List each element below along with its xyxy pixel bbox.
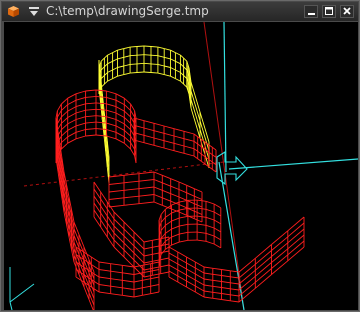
wireframe-scene[interactable]: [4, 22, 358, 310]
yellow-wireframe-loop: [98, 45, 210, 184]
title-bar[interactable]: C:\temp\drawingSerge.tmp: [2, 2, 358, 21]
system-menu-icon[interactable]: [28, 5, 40, 18]
minimize-button[interactable]: [304, 5, 318, 18]
close-icon: [343, 7, 351, 15]
axis-vertical-cyan: [223, 22, 227, 173]
axis-triad-icon: [9, 267, 35, 310]
maximize-icon: [325, 7, 333, 15]
3d-viewport[interactable]: [4, 22, 358, 310]
red-wireframe-structure: [55, 89, 305, 310]
app-window: C:\temp\drawingSerge.tmp: [0, 0, 360, 312]
window-title: C:\temp\drawingSerge.tmp: [46, 4, 209, 18]
minimize-icon: [308, 13, 315, 15]
maximize-button[interactable]: [322, 5, 336, 18]
axis-cyan-horizontal: [228, 158, 358, 170]
close-button[interactable]: [340, 5, 354, 18]
app-cube-icon: [8, 6, 19, 17]
